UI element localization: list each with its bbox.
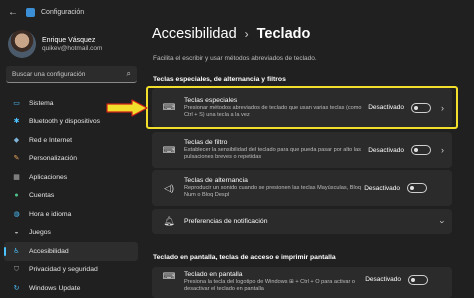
- shield-icon: ⛉: [13, 266, 20, 274]
- title-bar: ← Configuración: [0, 0, 474, 24]
- toggle-status: Desactivado: [364, 184, 400, 192]
- chevron-down-icon[interactable]: ›: [438, 220, 448, 223]
- sidebar-item-label: Accesibilidad: [29, 247, 69, 255]
- sidebar-item-windows-update[interactable]: ↻ Windows Update: [4, 279, 138, 298]
- card-subtitle: Establecer la sensibilidad del teclado p…: [184, 147, 361, 160]
- sidebar: Enrique Vásquez quikev@hotmail.com Busca…: [0, 24, 140, 298]
- person-icon: ●: [14, 192, 19, 200]
- keyboard-icon: ⌨: [162, 102, 176, 112]
- sidebar-item-juegos[interactable]: ◒ Juegos: [4, 224, 138, 243]
- search-placeholder: Buscar una configuración: [12, 70, 86, 78]
- sidebar-item-label: Hora e idioma: [29, 210, 72, 218]
- network-icon: ◆: [13, 136, 20, 144]
- sidebar-item-label: Juegos: [29, 229, 51, 237]
- sidebar-item-label: Bluetooth y dispositivos: [29, 118, 101, 126]
- sidebar-item-red[interactable]: ◆ Red e Internet: [4, 131, 138, 150]
- search-icon[interactable]: ⌕: [127, 69, 131, 79]
- toggle-keys-toggle[interactable]: [407, 183, 427, 193]
- card-title: Preferencias de notificación: [184, 218, 268, 225]
- toggle-status: Desactivado: [368, 104, 404, 111]
- breadcrumb: Accesibilidad › Teclado: [152, 26, 310, 42]
- monitor-icon: ▭: [13, 99, 20, 107]
- on-screen-keyboard-toggle[interactable]: [408, 275, 428, 285]
- breadcrumb-parent[interactable]: Accesibilidad: [152, 26, 237, 42]
- brush-icon: ✎: [13, 155, 20, 163]
- section-title-special-keys: Teclas especiales, de alternancia y filt…: [153, 76, 286, 83]
- sidebar-item-personalizacion[interactable]: ✎ Personalización: [4, 150, 138, 169]
- breadcrumb-separator: ›: [244, 27, 249, 41]
- card-on-screen-keyboard[interactable]: ⌨ Teclado en pantalla Presiona la tecla …: [152, 267, 452, 298]
- sidebar-item-aplicaciones[interactable]: ▦ Aplicaciones: [4, 168, 138, 187]
- toggle-status: Desactivado: [368, 146, 404, 154]
- toggle-status: Desactivado: [365, 276, 401, 283]
- sidebar-item-label: Privacidad y seguridad: [29, 266, 98, 274]
- card-filter-keys[interactable]: ⌨ Teclas de filtro Establecer la sensibi…: [152, 132, 452, 168]
- globe-icon: ◍: [13, 210, 20, 218]
- chevron-right-icon[interactable]: ›: [441, 103, 444, 113]
- search-input[interactable]: Buscar una configuración ⌕: [6, 66, 137, 83]
- main-content: Accesibilidad › Teclado Facilita el escr…: [144, 24, 474, 298]
- sidebar-item-hora[interactable]: ◍ Hora e idioma: [4, 205, 138, 224]
- window-title: Configuración: [41, 8, 85, 16]
- card-subtitle: Presiona la tecla del logotipo de Window…: [184, 279, 356, 292]
- accessibility-icon: ♿: [13, 247, 20, 255]
- sidebar-item-label: Cuentas: [29, 192, 55, 200]
- card-subtitle: Presionar métodos abreviados de teclado …: [184, 104, 362, 118]
- sidebar-item-label: Windows Update: [29, 284, 81, 292]
- sidebar-item-cuentas[interactable]: ● Cuentas: [4, 187, 138, 206]
- settings-app-icon: [26, 7, 35, 17]
- filter-keys-toggle[interactable]: [411, 145, 431, 155]
- annotation-arrow: [106, 99, 148, 117]
- card-title: Teclas especiales: [184, 96, 238, 104]
- page-title: Teclado: [256, 26, 311, 42]
- profile-email: quikev@hotmail.com: [42, 44, 103, 52]
- speaker-icon: ◁): [164, 182, 174, 193]
- sidebar-nav: ▭ Sistema ✱ Bluetooth y dispositivos ◆ R…: [4, 94, 138, 298]
- card-title: Teclado en pantalla: [184, 271, 243, 278]
- card-title: Teclas de alternancia: [184, 177, 248, 184]
- chevron-right-icon[interactable]: ›: [441, 145, 444, 155]
- avatar: [8, 30, 36, 58]
- card-notification-preferences[interactable]: 🔔︎ Preferencias de notificación ›: [152, 209, 452, 234]
- sidebar-item-label: Personalización: [29, 155, 77, 163]
- bell-icon: 🔔︎: [163, 216, 175, 226]
- page-description: Facilita el escribir y usar métodos abre…: [153, 55, 317, 62]
- controller-icon: ◒: [14, 229, 19, 237]
- sidebar-item-label: Sistema: [29, 99, 54, 107]
- keyboard-icon: ⌨: [162, 271, 176, 281]
- update-icon: ↻: [13, 284, 20, 292]
- user-profile[interactable]: Enrique Vásquez quikev@hotmail.com: [8, 30, 102, 58]
- bluetooth-icon: ✱: [13, 118, 20, 126]
- back-arrow-icon[interactable]: ←: [8, 7, 20, 18]
- apps-icon: ▦: [13, 173, 20, 181]
- sidebar-item-privacidad[interactable]: ⛉ Privacidad y seguridad: [4, 261, 138, 280]
- card-subtitle: Reproducir un sonido cuando se presionen…: [184, 185, 361, 198]
- section-title-on-screen-keyboard: Teclado en pantalla, teclas de acceso e …: [153, 254, 336, 261]
- card-sticky-keys[interactable]: ⌨ Teclas especiales Presionar métodos ab…: [152, 88, 452, 127]
- sidebar-item-label: Aplicaciones: [29, 173, 68, 181]
- sticky-keys-toggle[interactable]: [411, 102, 431, 113]
- profile-name: Enrique Vásquez: [42, 36, 96, 44]
- keyboard-icon: ⌨: [162, 144, 176, 155]
- card-title: Teclas de filtro: [184, 139, 228, 146]
- sidebar-item-accesibilidad[interactable]: ♿ Accesibilidad: [4, 242, 138, 261]
- card-toggle-keys[interactable]: ◁) Teclas de alternancia Reproducir un s…: [152, 170, 452, 206]
- sidebar-item-label: Red e Internet: [29, 136, 73, 144]
